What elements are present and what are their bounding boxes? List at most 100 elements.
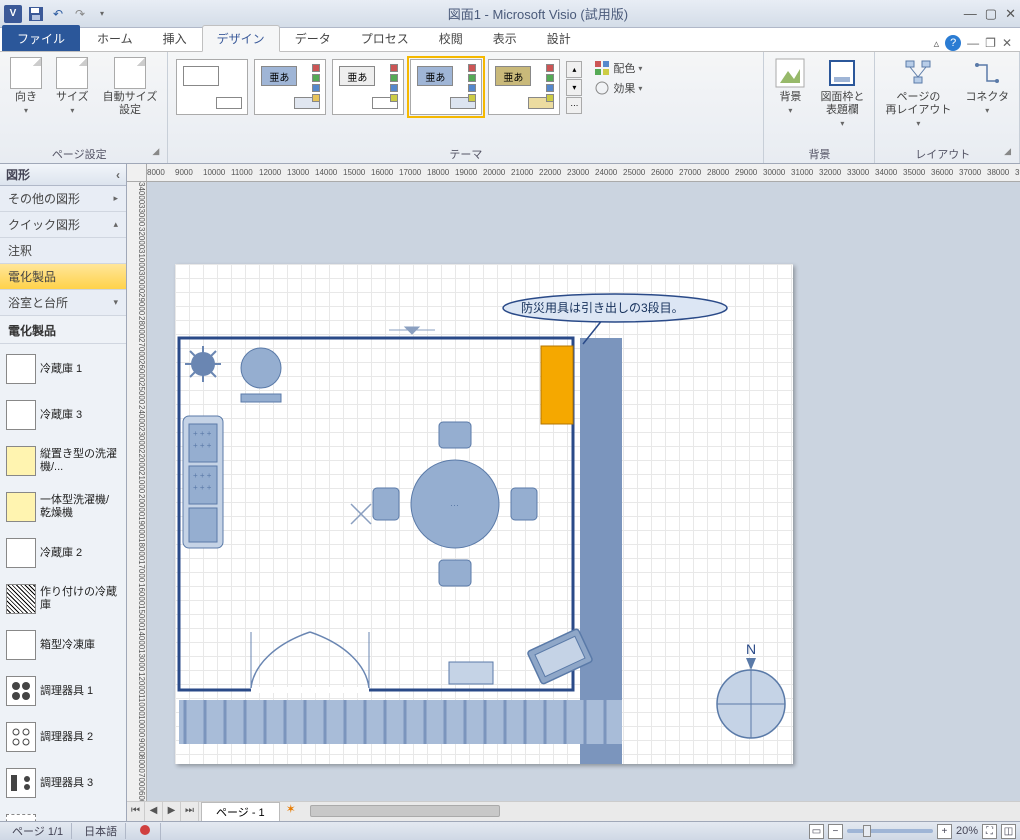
main-area: 図形 ‹ その他の図形▸ クイック図形▴ 注釈 電化製品 浴室と台所▾ 電化製品…	[0, 164, 1020, 821]
ruler-corner	[127, 164, 147, 182]
theme-item[interactable]: 亜あ	[254, 59, 326, 115]
help-icon[interactable]: ?	[945, 35, 961, 51]
minimize-icon[interactable]: —	[964, 6, 977, 22]
drawing-page[interactable]: + + ++ + ++ + ++ + + ⋯	[175, 264, 793, 764]
tab-review[interactable]: 校閲	[424, 25, 478, 51]
prev-page-icon[interactable]: ◀	[145, 802, 163, 821]
fullscreen-icon[interactable]: ▭	[809, 824, 824, 839]
close-icon[interactable]: ✕	[1005, 6, 1016, 22]
tab-view[interactable]: 表示	[478, 25, 532, 51]
canvas-bottom: ⏮ ◀ ▶ ⏭ ページ - 1 ✶	[127, 801, 1020, 821]
undo-icon[interactable]: ↶	[48, 4, 68, 24]
effects-icon	[594, 80, 610, 96]
zoom-slider[interactable]	[847, 829, 933, 833]
status-page: ページ 1/1	[4, 823, 72, 839]
scroll-down-icon[interactable]: ▾	[113, 297, 118, 308]
connector-button[interactable]: コネクタ▾	[961, 55, 1013, 117]
ribbon-tabs: ファイル ホーム 挿入 デザイン データ プロセス 校閲 表示 設計 ▵ ? —…	[0, 28, 1020, 52]
colors-button[interactable]: 配色 ▾	[592, 59, 644, 77]
maximize-icon[interactable]: ▢	[985, 6, 997, 22]
quick-access-toolbar: ↶ ↷ ▾	[26, 4, 112, 24]
shape-item[interactable]: 冷蔵庫 3	[4, 392, 122, 438]
auto-size-button[interactable]: 自動サイズ 設定	[99, 55, 162, 119]
zoom-level[interactable]: 20%	[956, 825, 978, 837]
save-icon[interactable]	[26, 4, 46, 24]
stencil-annot[interactable]: 注釈	[0, 238, 126, 264]
canvas-viewport[interactable]: + + ++ + ++ + ++ + + ⋯	[147, 182, 1020, 801]
shape-item[interactable]: 調理器具 2	[4, 714, 122, 760]
first-page-icon[interactable]: ⏮	[127, 802, 145, 821]
redo-icon[interactable]: ↷	[70, 4, 90, 24]
panel-collapse-icon[interactable]: ‹	[116, 168, 120, 182]
app-icon: V	[4, 5, 22, 23]
statusbar: ページ 1/1 日本語 ▭ − + 20% ⛶ ◫	[0, 821, 1020, 840]
status-lang: 日本語	[76, 823, 126, 839]
group-layout: ページの 再レイアウト▾ コネクタ▾ レイアウト◢	[875, 52, 1020, 163]
tab-file[interactable]: ファイル	[2, 25, 80, 51]
shape-item[interactable]: 冷蔵庫 1	[4, 346, 122, 392]
switch-window-icon[interactable]: ◫	[1001, 824, 1016, 839]
last-page-icon[interactable]: ⏭	[181, 802, 199, 821]
layout-launcher-icon[interactable]: ◢	[1004, 146, 1011, 157]
tab-data[interactable]: データ	[280, 25, 346, 51]
theme-item[interactable]	[176, 59, 248, 115]
scroll-up-icon[interactable]: ▴	[113, 219, 118, 230]
zoom-out-icon[interactable]: −	[828, 824, 843, 839]
qat-dropdown-icon[interactable]: ▾	[92, 4, 112, 24]
tab-process[interactable]: プロセス	[346, 25, 424, 51]
relayout-button[interactable]: ページの 再レイアウト▾	[881, 55, 955, 130]
shape-item[interactable]: 調理器具 1	[4, 668, 122, 714]
shapes-header: 図形 ‹	[0, 164, 126, 186]
theme-more-icon[interactable]: ⋯	[566, 97, 582, 114]
tab-plan[interactable]: 設計	[532, 25, 586, 51]
ribbon-minimize-icon[interactable]: ▵	[934, 37, 940, 50]
palette-icon	[594, 60, 610, 76]
stencil-quick[interactable]: クイック図形▴	[0, 212, 126, 238]
theme-item-selected[interactable]: 亜あ	[410, 59, 482, 115]
tab-insert[interactable]: 挿入	[148, 25, 202, 51]
theme-gallery: 亜あ 亜あ 亜あ 亜あ ▴ ▾ ⋯	[174, 55, 584, 119]
scrollbar-horizontal[interactable]	[310, 802, 1020, 821]
doc-minimize-icon[interactable]: —	[967, 36, 979, 50]
doc-restore-icon[interactable]: ❐	[985, 36, 996, 50]
theme-item[interactable]: 亜あ	[488, 59, 560, 115]
page-tab[interactable]: ページ - 1	[201, 802, 280, 821]
stencil-more[interactable]: その他の図形▸	[0, 186, 126, 212]
tab-home[interactable]: ホーム	[82, 25, 148, 51]
next-page-icon[interactable]: ▶	[163, 802, 181, 821]
shapes-panel: 図形 ‹ その他の図形▸ クイック図形▴ 注釈 電化製品 浴室と台所▾ 電化製品…	[0, 164, 127, 821]
window-controls: — ▢ ✕	[964, 6, 1016, 22]
theme-item[interactable]: 亜あ	[332, 59, 404, 115]
shape-item[interactable]: 調理器具 3	[4, 760, 122, 806]
zoom-in-icon[interactable]: +	[937, 824, 952, 839]
shape-item[interactable]: 縦置き型の洗濯機/...	[4, 438, 122, 484]
doc-close-icon[interactable]: ✕	[1002, 36, 1012, 50]
border-title-button[interactable]: 図面枠と 表題欄▾	[816, 55, 868, 130]
shape-item[interactable]: レンジ	[4, 806, 122, 821]
svg-text:+ + +: + + +	[193, 471, 212, 480]
tab-design[interactable]: デザイン	[202, 25, 280, 52]
macro-record-icon[interactable]	[130, 823, 161, 840]
orientation-button[interactable]: 向き▾	[6, 55, 46, 117]
stencil-electric[interactable]: 電化製品	[0, 264, 126, 290]
theme-scroll-up-icon[interactable]: ▴	[566, 61, 582, 78]
shape-item[interactable]: 作り付けの冷蔵庫	[4, 576, 122, 622]
shape-item[interactable]: 冷蔵庫 2	[4, 530, 122, 576]
fit-page-icon[interactable]: ⛶	[982, 824, 997, 839]
shape-item[interactable]: 一体型洗濯機/乾燥機	[4, 484, 122, 530]
shape-item[interactable]: 箱型冷凍庫	[4, 622, 122, 668]
effects-button[interactable]: 効果 ▾	[592, 79, 644, 97]
theme-scroll-down-icon[interactable]: ▾	[566, 79, 582, 96]
ruler-horizontal: 8000900010000110001200013000140001500016…	[147, 164, 1020, 182]
stencil-bath[interactable]: 浴室と台所▾	[0, 290, 126, 316]
svg-text:+ + +: + + +	[193, 483, 212, 492]
size-button[interactable]: サイズ▾	[52, 55, 93, 117]
group-themes: 亜あ 亜あ 亜あ 亜あ ▴ ▾ ⋯ 配色 ▾ 効果 ▾ テーマ	[168, 52, 764, 163]
titlebar: V ↶ ↷ ▾ 図面1 - Microsoft Visio (試用版) — ▢ …	[0, 0, 1020, 28]
add-page-icon[interactable]: ✶	[280, 802, 302, 821]
background-button[interactable]: 背景▾	[770, 55, 810, 117]
group-page-setup: 向き▾ サイズ▾ 自動サイズ 設定 ページ設定◢	[0, 52, 168, 163]
callout-text: 防災用具は引き出しの3段目。	[521, 300, 684, 315]
page-setup-launcher-icon[interactable]: ◢	[152, 146, 159, 157]
stencil-title: 電化製品	[0, 316, 126, 344]
